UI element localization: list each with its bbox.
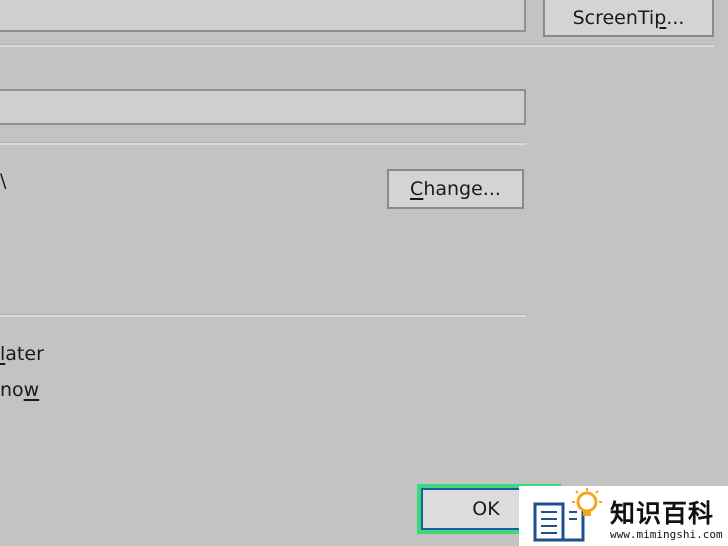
screentip-button-label: ScreenTip... [572, 6, 685, 29]
address-field[interactable] [0, 89, 526, 125]
separator-lower [0, 314, 526, 317]
text-to-display-field[interactable] [0, 0, 526, 32]
separator-top [0, 44, 714, 47]
edit-now-option[interactable]: now [0, 379, 39, 401]
watermark-title: 知识百科 [610, 499, 715, 528]
screentip-button[interactable]: ScreenTip... [543, 0, 714, 37]
book-lightbulb-icon [533, 488, 602, 542]
document-path-text: \ [0, 170, 7, 192]
ok-button-label: OK [472, 498, 500, 520]
watermark: 知识百科 www.mimingshi.com [519, 486, 728, 546]
edit-later-option[interactable]: later [0, 343, 44, 365]
change-button-label: Change... [410, 178, 501, 200]
change-button[interactable]: Change... [387, 169, 524, 209]
separator-middle [0, 142, 526, 145]
watermark-url: www.mimingshi.com [610, 528, 723, 541]
